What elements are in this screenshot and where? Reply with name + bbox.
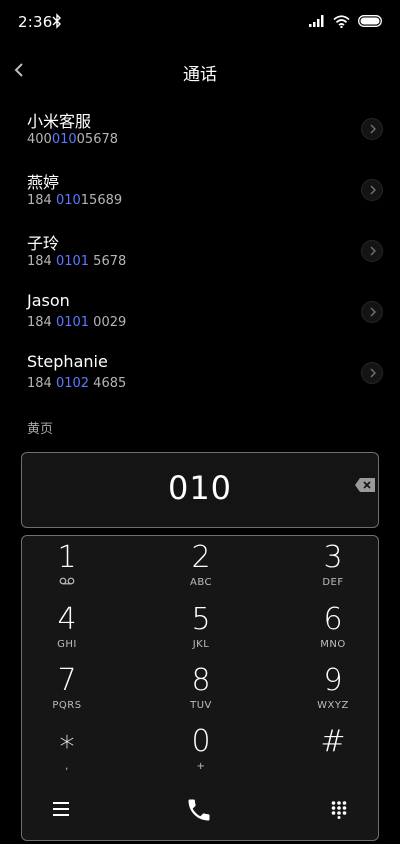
status-bar: 2:36 <box>0 0 400 44</box>
bluetooth-icon <box>52 13 61 29</box>
key-7[interactable]: 7 PQRS <box>17 665 117 721</box>
voicemail-icon <box>59 577 75 585</box>
key-2[interactable]: 2 ABC <box>151 542 251 598</box>
contact-number: 184 01015689 <box>27 193 123 208</box>
contact-name: Stephanie <box>27 352 108 371</box>
contact-number: 184 0102 4685 <box>27 376 127 391</box>
page-title: 通话 <box>183 65 217 85</box>
list-item[interactable]: 子玲 184 0101 5678 <box>0 220 400 281</box>
header: 通话 <box>0 48 400 92</box>
contact-number: 184 0101 0029 <box>27 315 127 330</box>
dialpad: 1 2 ABC 3 DEF 4 GHI 5 JKL 6 MNO 7 PQRS 8 TUV 9W… <box>21 535 379 841</box>
backspace-icon[interactable] <box>354 477 376 493</box>
list-item[interactable]: 燕婷 184 01015689 <box>0 159 400 220</box>
contact-number: 40001005678 <box>27 132 119 147</box>
contact-name: 小米客服 <box>27 112 92 131</box>
dialpad-icon[interactable] <box>331 801 347 819</box>
chevron-right-icon[interactable] <box>361 240 383 262</box>
battery-icon <box>358 15 382 27</box>
key-5[interactable]: 5 JKL <box>151 604 251 660</box>
list-item[interactable]: Jason 184 0101 0029 <box>0 281 400 342</box>
list-item[interactable]: 小米客服 40001005678 <box>0 98 400 159</box>
section-label: 黄页 <box>27 422 54 437</box>
key-star[interactable]: ∗, <box>17 726 117 782</box>
wifi-icon <box>333 14 350 28</box>
chevron-right-icon[interactable] <box>361 118 383 140</box>
key-6[interactable]: 6 MNO <box>283 604 383 660</box>
key-3[interactable]: 3 DEF <box>283 542 383 598</box>
list-item[interactable]: Stephanie 184 0102 4685 <box>0 342 400 403</box>
chevron-right-icon[interactable] <box>361 301 383 323</box>
menu-icon[interactable] <box>53 802 69 816</box>
phone-icon[interactable] <box>185 796 213 824</box>
key-8[interactable]: 8 TUV <box>151 665 251 721</box>
dial-display: 010 <box>21 452 379 528</box>
signal-icon <box>309 15 324 27</box>
status-time: 2:36 <box>18 13 53 31</box>
contact-name: Jason <box>27 291 70 310</box>
contact-number: 184 0101 5678 <box>27 254 127 269</box>
chevron-right-icon[interactable] <box>361 362 383 384</box>
contact-list: 小米客服 40001005678 燕婷 184 01015689 子玲 184 … <box>0 98 400 403</box>
key-hash[interactable]: # <box>283 726 383 782</box>
key-0[interactable]: 0 + <box>151 726 251 782</box>
chevron-right-icon[interactable] <box>361 179 383 201</box>
contact-name: 燕婷 <box>27 173 60 192</box>
key-4[interactable]: 4 GHI <box>17 604 117 660</box>
key-1[interactable]: 1 <box>17 542 117 598</box>
dialed-number: 010 <box>167 469 233 507</box>
contact-name: 子玲 <box>27 234 60 253</box>
key-9[interactable]: 9 WXYZ <box>283 665 383 721</box>
